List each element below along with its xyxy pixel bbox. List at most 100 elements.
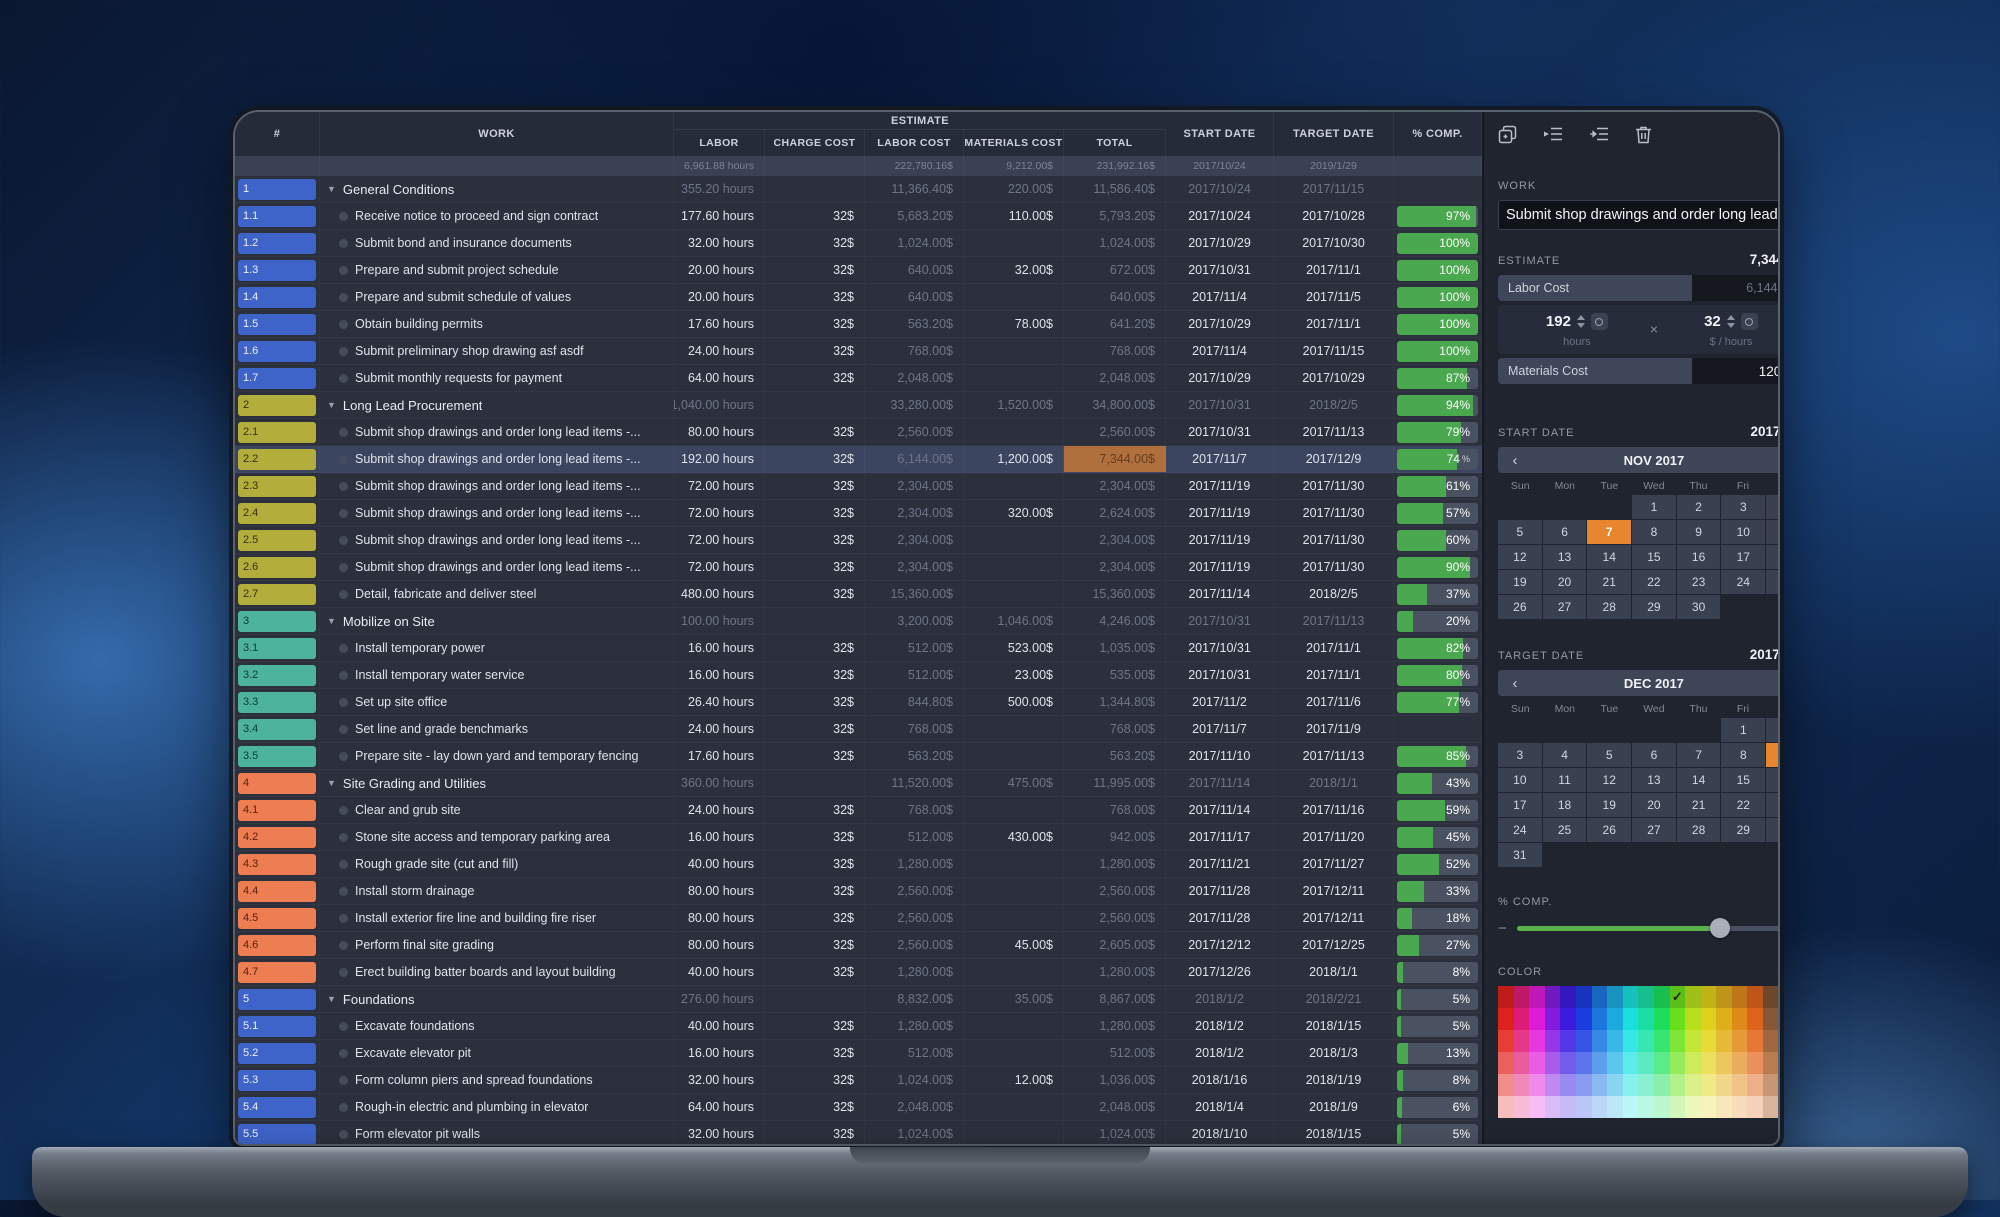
calendar-day[interactable]: 30	[1677, 595, 1721, 619]
color-swatch[interactable]	[1685, 1096, 1701, 1118]
color-swatch[interactable]	[1654, 1096, 1670, 1118]
color-swatch-selected[interactable]: ✓	[1670, 986, 1686, 1008]
materials-cost-cell[interactable]: 1,200.00$	[964, 446, 1064, 472]
color-swatch[interactable]	[1514, 1052, 1530, 1074]
task-name-cell[interactable]: Obtain building permits	[320, 311, 674, 337]
pct-comp-cell[interactable]: 52%	[1394, 851, 1482, 877]
color-swatch[interactable]	[1514, 1096, 1530, 1118]
color-swatch[interactable]	[1716, 1052, 1732, 1074]
color-swatch[interactable]	[1779, 1008, 1780, 1030]
row-number-cell[interactable]: 2.7	[235, 581, 320, 607]
collapse-triangle-icon[interactable]: ▼	[327, 778, 336, 788]
task-row[interactable]: 3.3Set up site office26.40 hours32$844.8…	[235, 689, 1482, 716]
start-date-cell[interactable]: 2017/10/31	[1166, 419, 1274, 445]
materials-cost-cell[interactable]: 12.00$	[964, 1067, 1064, 1093]
target-date-cell[interactable]: 2017/11/13	[1274, 743, 1394, 769]
color-swatch[interactable]	[1576, 1030, 1592, 1052]
start-date-cell[interactable]: 2017/10/29	[1166, 365, 1274, 391]
color-swatch[interactable]	[1545, 1008, 1561, 1030]
charge-cost-cell[interactable]: 32$	[765, 635, 865, 661]
row-number-badge[interactable]: 5.1	[238, 1016, 316, 1037]
pct-comp-cell[interactable]: 79%	[1394, 419, 1482, 445]
labor-hours-cell[interactable]: 72.00 hours	[674, 554, 765, 580]
materials-cost-cell[interactable]: 78.00$	[964, 311, 1064, 337]
calendar-day[interactable]: 11	[1543, 768, 1587, 792]
color-swatch[interactable]	[1654, 1030, 1670, 1052]
calendar-day[interactable]: 2	[1766, 718, 1780, 742]
row-number-cell[interactable]: 3.3	[235, 689, 320, 715]
charge-cost-cell[interactable]: 32$	[765, 554, 865, 580]
color-swatch[interactable]	[1638, 1008, 1654, 1030]
materials-cost-cell[interactable]	[964, 419, 1064, 445]
task-row[interactable]: 4.4Install storm drainage80.00 hours32$2…	[235, 878, 1482, 905]
labor-hours-cell[interactable]: 16.00 hours	[674, 824, 765, 850]
color-swatch[interactable]	[1654, 1074, 1670, 1096]
materials-cost-cell[interactable]	[964, 905, 1064, 931]
color-swatch[interactable]	[1654, 986, 1670, 1008]
calendar-day[interactable]: 15	[1721, 768, 1765, 792]
task-name-cell[interactable]: Erect building batter boards and layout …	[320, 959, 674, 985]
labor-hours-cell[interactable]: 360.00 hours	[674, 770, 765, 796]
row-number-cell[interactable]: 4.1	[235, 797, 320, 823]
materials-cost-cell[interactable]: 1,046.00$	[964, 608, 1064, 634]
pct-slider-track[interactable]	[1517, 926, 1780, 931]
row-number-badge[interactable]: 5.5	[238, 1124, 316, 1145]
charge-cost-cell[interactable]: 32$	[765, 905, 865, 931]
row-number-cell[interactable]: 1.5	[235, 311, 320, 337]
calendar-day[interactable]: 5	[1587, 743, 1631, 767]
hours-value[interactable]: 192	[1546, 313, 1571, 330]
row-number-cell[interactable]: 5.3	[235, 1067, 320, 1093]
target-date-cell[interactable]: 2017/10/29	[1274, 365, 1394, 391]
row-number-cell[interactable]: 2.2	[235, 446, 320, 472]
row-number-badge[interactable]: 5	[238, 989, 316, 1010]
task-row[interactable]: 1.3Prepare and submit project schedule20…	[235, 257, 1482, 284]
start-date-cell[interactable]: 2017/11/19	[1166, 473, 1274, 499]
calendar-day[interactable]: 29	[1632, 595, 1676, 619]
color-swatch[interactable]	[1592, 1074, 1608, 1096]
row-number-badge[interactable]: 4.3	[238, 854, 316, 875]
materials-cost-cell[interactable]	[964, 230, 1064, 256]
materials-cost-cell[interactable]: 110.00$	[964, 203, 1064, 229]
color-swatch[interactable]	[1654, 1008, 1670, 1030]
calendar-day[interactable]: 15	[1632, 545, 1676, 569]
pct-comp-cell[interactable]	[1394, 716, 1482, 742]
row-number-cell[interactable]: 4.7	[235, 959, 320, 985]
task-name-cell[interactable]: Submit shop drawings and order long lead…	[320, 527, 674, 553]
target-date-cell[interactable]: 2018/2/5	[1274, 392, 1394, 418]
duplicate-icon[interactable]	[1498, 125, 1517, 144]
task-row[interactable]: 2.2Submit shop drawings and order long l…	[235, 446, 1482, 473]
task-row[interactable]: 2.5Submit shop drawings and order long l…	[235, 527, 1482, 554]
start-date-cell[interactable]: 2017/12/12	[1166, 932, 1274, 958]
collapse-triangle-icon[interactable]: ▼	[327, 994, 336, 1004]
task-row[interactable]: 3.1Install temporary power16.00 hours32$…	[235, 635, 1482, 662]
pct-comp-cell[interactable]: 94%	[1394, 392, 1482, 418]
color-swatch[interactable]	[1779, 1074, 1780, 1096]
charge-cost-cell[interactable]: 32$	[765, 1067, 865, 1093]
color-swatch[interactable]	[1623, 1096, 1639, 1118]
target-date-cell[interactable]: 2017/11/13	[1274, 608, 1394, 634]
labor-hours-cell[interactable]: 32.00 hours	[674, 1121, 765, 1144]
start-date-cell[interactable]: 2017/10/29	[1166, 230, 1274, 256]
target-date-cell[interactable]: 2018/2/5	[1274, 581, 1394, 607]
materials-cost-cell[interactable]: 220.00$	[964, 176, 1064, 202]
calendar-day[interactable]: 23	[1766, 793, 1780, 817]
color-swatch[interactable]	[1685, 1074, 1701, 1096]
start-date-cell[interactable]: 2017/11/14	[1166, 770, 1274, 796]
calendar-day[interactable]: 4	[1766, 495, 1780, 519]
target-date-cell[interactable]: 2017/11/15	[1274, 338, 1394, 364]
row-number-cell[interactable]: 4	[235, 770, 320, 796]
start-date-cell[interactable]: 2017/10/29	[1166, 311, 1274, 337]
color-swatch[interactable]	[1545, 1074, 1561, 1096]
pct-slider-knob[interactable]	[1710, 918, 1730, 938]
color-swatch[interactable]	[1716, 986, 1732, 1008]
materials-cost-cell[interactable]: 500.00$	[964, 689, 1064, 715]
calendar-day[interactable]: 25	[1543, 818, 1587, 842]
start-date-cell[interactable]: 2017/10/24	[1166, 176, 1274, 202]
row-number-badge[interactable]: 1.4	[238, 287, 316, 308]
color-swatch[interactable]	[1716, 1008, 1732, 1030]
slider-minus-button[interactable]: −	[1498, 920, 1507, 937]
materials-cost-cell[interactable]: 45.00$	[964, 932, 1064, 958]
start-date-cell[interactable]: 2017/11/21	[1166, 851, 1274, 877]
task-row[interactable]: 2.6Submit shop drawings and order long l…	[235, 554, 1482, 581]
color-swatch[interactable]	[1670, 1074, 1686, 1096]
